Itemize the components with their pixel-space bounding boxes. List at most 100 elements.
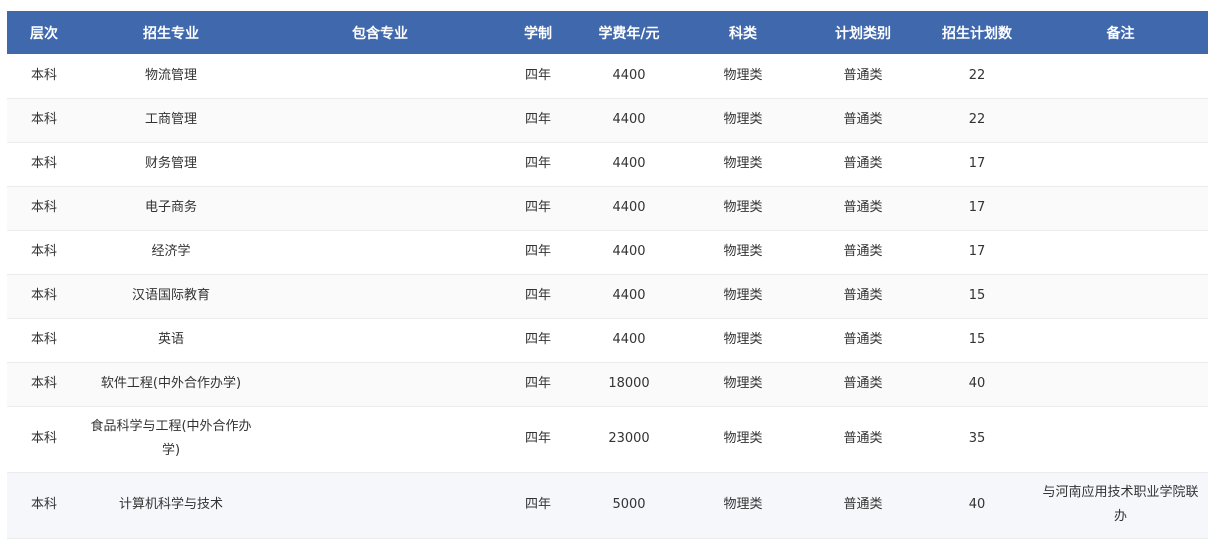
cell-level: 本科	[7, 406, 81, 473]
cell-plan-type: 普通类	[805, 362, 921, 407]
cell-category: 物理类	[681, 230, 805, 275]
cell-note	[1033, 318, 1208, 363]
cell-category: 物理类	[681, 54, 805, 99]
cell-duration: 四年	[499, 230, 577, 275]
header-major: 招生专业	[81, 11, 261, 54]
table-row: 本科 计算机科学与技术 四年 5000 物理类 普通类 40 与河南应用技术职业…	[7, 472, 1208, 539]
cell-tuition: 5000	[577, 472, 681, 539]
cell-major: 物流管理	[81, 54, 261, 99]
cell-duration: 四年	[499, 406, 577, 473]
cell-includes	[261, 98, 499, 143]
cell-tuition: 4400	[577, 318, 681, 363]
cell-plan-count: 40	[921, 472, 1033, 539]
cell-level: 本科	[7, 54, 81, 99]
cell-major: 经济学	[81, 230, 261, 275]
cell-level: 本科	[7, 472, 81, 539]
major-text: 财务管理	[144, 156, 197, 171]
cell-tuition: 4400	[577, 274, 681, 319]
cell-plan-count: 22	[921, 54, 1033, 99]
cell-note	[1033, 142, 1208, 187]
cell-includes	[261, 406, 499, 473]
header-includes: 包含专业	[261, 11, 499, 54]
cell-duration: 四年	[499, 362, 577, 407]
admission-plan-table: 层次 招生专业 包含专业 学制 学费年/元 科类 计划类别 招生计划数 备注 本…	[7, 11, 1208, 539]
admission-plan-table-container: 层次 招生专业 包含专业 学制 学费年/元 科类 计划类别 招生计划数 备注 本…	[7, 11, 1208, 539]
table-row: 本科 电子商务 四年 4400 物理类 普通类 17	[7, 186, 1208, 231]
cell-level: 本科	[7, 98, 81, 143]
header-plan-type: 计划类别	[805, 11, 921, 54]
table-row: 本科 财务管理 四年 4400 物理类 普通类 17	[7, 142, 1208, 187]
cell-tuition: 18000	[577, 362, 681, 407]
cell-includes	[261, 54, 499, 99]
cell-note: 与河南应用技术职业学院联办	[1033, 472, 1208, 539]
cell-duration: 四年	[499, 142, 577, 187]
cell-tuition: 4400	[577, 230, 681, 275]
table-row: 本科 汉语国际教育 四年 4400 物理类 普通类 15	[7, 274, 1208, 319]
major-text: 物流管理	[144, 67, 197, 83]
cell-plan-count: 35	[921, 406, 1033, 473]
table-header: 层次 招生专业 包含专业 学制 学费年/元 科类 计划类别 招生计划数 备注	[7, 11, 1208, 54]
cell-category: 物理类	[681, 318, 805, 363]
cell-includes	[261, 472, 499, 539]
cell-includes	[261, 230, 499, 275]
cell-plan-type: 普通类	[805, 186, 921, 231]
cell-plan-count: 15	[921, 318, 1033, 363]
cell-plan-type: 普通类	[805, 142, 921, 187]
table-row: 本科 英语 四年 4400 物理类 普通类 15	[7, 318, 1208, 363]
header-note: 备注	[1033, 11, 1208, 54]
cell-category: 物理类	[681, 274, 805, 319]
cell-note	[1033, 406, 1208, 473]
cell-plan-type: 普通类	[805, 230, 921, 275]
cell-category: 物理类	[681, 362, 805, 407]
cell-major: 汉语国际教育	[81, 274, 261, 319]
cell-major: 软件工程(中外合作办学)	[81, 362, 261, 407]
cell-includes	[261, 186, 499, 231]
cell-note	[1033, 362, 1208, 407]
header-tuition: 学费年/元	[577, 11, 681, 54]
table-row: 本科 工商管理 四年 4400 物理类 普通类 22	[7, 98, 1208, 143]
cell-plan-count: 17	[921, 230, 1033, 275]
cell-note	[1033, 98, 1208, 143]
header-category: 科类	[681, 11, 805, 54]
header-level: 层次	[7, 11, 81, 54]
major-text: 经济学	[151, 244, 191, 259]
cell-major: 英语	[81, 318, 261, 363]
cell-plan-type: 普通类	[805, 54, 921, 99]
cell-tuition: 4400	[577, 54, 681, 99]
cell-plan-type: 普通类	[805, 98, 921, 143]
table-row: 本科 物流管理 四年 4400 物理类 普通类 22	[7, 54, 1208, 99]
cell-includes	[261, 274, 499, 319]
cell-duration: 四年	[499, 318, 577, 363]
cell-category: 物理类	[681, 472, 805, 539]
header-duration: 学制	[499, 11, 577, 54]
cell-level: 本科	[7, 186, 81, 231]
cell-major: 财务管理	[81, 142, 261, 187]
cell-level: 本科	[7, 142, 81, 187]
table-row: 本科 食品科学与工程(中外合作办学) 四年 23000 物理类 普通类 35	[7, 406, 1208, 473]
cell-note	[1033, 230, 1208, 275]
cell-note	[1033, 54, 1208, 99]
major-text: 计算机科学与技术	[118, 497, 223, 512]
cell-major: 电子商务	[81, 186, 261, 231]
cell-tuition: 23000	[577, 406, 681, 473]
cell-tuition: 4400	[577, 142, 681, 187]
cell-level: 本科	[7, 362, 81, 407]
cell-plan-count: 17	[921, 186, 1033, 231]
cell-major: 食品科学与工程(中外合作办学)	[81, 406, 261, 473]
cell-tuition: 4400	[577, 186, 681, 231]
cell-plan-count: 17	[921, 142, 1033, 187]
major-text: 食品科学与工程(中外合作办学)	[90, 419, 252, 458]
cell-major: 计算机科学与技术	[81, 472, 261, 539]
header-plan-count: 招生计划数	[921, 11, 1033, 54]
cell-includes	[261, 362, 499, 407]
cell-includes	[261, 318, 499, 363]
cell-category: 物理类	[681, 142, 805, 187]
table-row: 本科 软件工程(中外合作办学) 四年 18000 物理类 普通类 40	[7, 362, 1208, 407]
cell-plan-type: 普通类	[805, 318, 921, 363]
cell-duration: 四年	[499, 274, 577, 319]
cell-note	[1033, 274, 1208, 319]
major-text: 英语	[157, 332, 184, 347]
cell-plan-count: 15	[921, 274, 1033, 319]
cell-plan-type: 普通类	[805, 472, 921, 539]
cell-category: 物理类	[681, 98, 805, 143]
